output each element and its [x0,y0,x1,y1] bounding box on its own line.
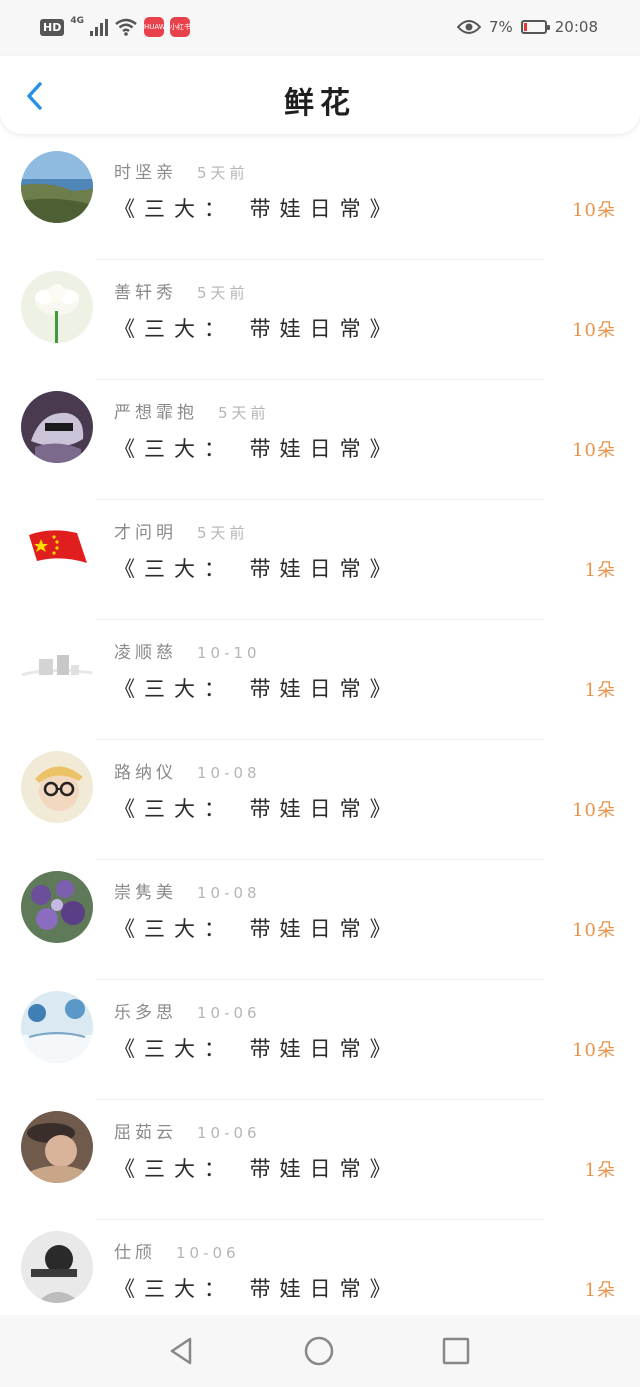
post-title[interactable]: 《三大： 带娃日常》 [114,193,400,223]
gift-row[interactable]: 屈茹云 10-06 《三大： 带娃日常》 1朵 [0,1100,640,1220]
gift-time: 10-08 [197,884,261,902]
post-title[interactable]: 《三大： 带娃日常》 [114,913,400,943]
flower-count: 10朵 [572,1040,616,1061]
post-title[interactable]: 《三大： 带娃日常》 [114,1273,400,1303]
user-name: 才问明 [114,523,177,543]
status-left: HD 4G HUAWEI 小红书 [40,16,190,38]
hd-badge: HD [40,18,65,36]
avatar[interactable] [21,871,93,943]
avatar[interactable] [21,1111,93,1183]
square-recent-icon [442,1337,470,1365]
gift-row[interactable]: 凌顺慈 10-10 《三大： 带娃日常》 1朵 [0,620,640,740]
flower-count: 1朵 [584,1280,616,1301]
nav-recents-button[interactable] [440,1335,472,1367]
flower-count: 10朵 [572,800,616,821]
gift-row[interactable]: 乐多思 10-06 《三大： 带娃日常》 10朵 [0,980,640,1100]
gift-row[interactable]: 才问明 5天前 《三大： 带娃日常》 1朵 [0,500,640,620]
gift-time: 10-06 [197,1004,261,1022]
triangle-back-icon [170,1337,192,1365]
post-title[interactable]: 《三大： 带娃日常》 [114,1033,400,1063]
gift-time: 10-06 [176,1244,240,1262]
gift-row[interactable]: 路纳仪 10-08 《三大： 带娃日常》 10朵 [0,740,640,860]
flower-count: 1朵 [584,680,616,701]
gift-time: 5天前 [197,164,249,182]
post-title[interactable]: 《三大： 带娃日常》 [114,673,400,703]
avatar[interactable] [21,271,93,343]
avatar[interactable] [21,391,93,463]
system-nav-bar [0,1315,640,1387]
status-right: 7% 20:08 [456,16,598,38]
circle-home-icon [304,1336,334,1366]
network-label: 4G [70,16,84,26]
flower-count: 10朵 [572,440,616,461]
flower-count: 1朵 [584,1160,616,1181]
battery-percent: 7% [488,18,513,36]
user-name: 善轩秀 [114,283,177,303]
flower-count: 10朵 [572,200,616,221]
gift-time: 10-08 [197,764,261,782]
wifi-icon [115,18,137,36]
user-name: 路纳仪 [114,763,177,783]
post-title[interactable]: 《三大： 带娃日常》 [114,553,400,583]
gift-time: 5天前 [197,524,249,542]
battery-icon [520,20,550,34]
avatar[interactable] [21,631,93,703]
huawei-app-icon: HUAWEI [144,17,164,37]
xiaohongshu-app-icon: 小红书 [170,17,190,37]
flower-count: 10朵 [572,920,616,941]
header: 鲜花 [0,56,640,134]
gift-row[interactable]: 善轩秀 5天前 《三大： 带娃日常》 10朵 [0,260,640,380]
user-name: 时坚亲 [114,163,177,183]
user-name: 凌顺慈 [114,643,177,663]
avatar[interactable] [21,991,93,1063]
user-name: 乐多思 [114,1003,177,1023]
gift-time: 10-06 [197,1124,261,1142]
gift-row[interactable]: 严想霏抱 5天前 《三大： 带娃日常》 10朵 [0,380,640,500]
gift-row[interactable]: 时坚亲 5天前 《三大： 带娃日常》 10朵 [0,140,640,260]
gift-time: 5天前 [218,404,270,422]
gift-list: 时坚亲 5天前 《三大： 带娃日常》 10朵 善轩秀 5天前 《三大： 带娃日常… [0,140,640,1340]
page-title: 鲜花 [284,86,356,121]
flower-count: 10朵 [572,320,616,341]
nav-back-button[interactable] [166,1335,198,1367]
gift-time: 5天前 [197,284,249,302]
user-name: 屈茹云 [114,1123,177,1143]
eye-icon [456,20,481,34]
user-name: 严想霏抱 [114,403,198,423]
user-name: 仕颀 [114,1243,156,1263]
flower-count: 1朵 [584,560,616,581]
nav-home-button[interactable] [303,1335,335,1367]
avatar[interactable] [21,151,93,223]
avatar[interactable] [21,751,93,823]
avatar[interactable] [21,1231,93,1303]
post-title[interactable]: 《三大： 带娃日常》 [114,433,400,463]
user-name: 崇隽美 [114,883,177,903]
avatar[interactable] [21,511,93,583]
signal-icon [90,18,108,36]
post-title[interactable]: 《三大： 带娃日常》 [114,793,400,823]
status-time: 20:08 [554,18,598,36]
gift-time: 10-10 [197,644,261,662]
gift-row[interactable]: 崇隽美 10-08 《三大： 带娃日常》 10朵 [0,860,640,980]
status-bar: HD 4G HUAWEI 小红书 7% 20:08 [0,0,640,56]
post-title[interactable]: 《三大： 带娃日常》 [114,313,400,343]
post-title[interactable]: 《三大： 带娃日常》 [114,1153,400,1183]
